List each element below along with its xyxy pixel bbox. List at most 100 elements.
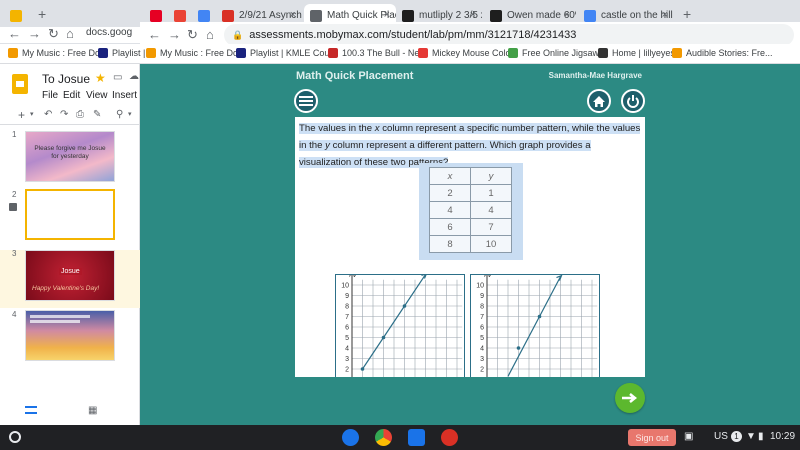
brainly-icon	[402, 9, 414, 22]
next-button[interactable]	[615, 383, 645, 413]
notification-badge[interactable]: 1	[731, 431, 742, 442]
bookmark-item[interactable]: Audible Stories: Fre...	[672, 48, 773, 58]
slide-thumbnail-4[interactable]	[25, 310, 115, 361]
filmstrip-view-icon[interactable]	[25, 406, 37, 414]
redo-icon[interactable]: ↷	[60, 109, 68, 120]
star-icon[interactable]: ★	[95, 71, 106, 85]
launcher-icon[interactable]	[9, 431, 21, 443]
slide-number-2: 2	[12, 190, 17, 199]
power-button[interactable]	[621, 89, 645, 113]
back-button[interactable]: ←	[148, 27, 161, 42]
y-tick-label: 3	[480, 356, 484, 363]
slides-logo-icon[interactable]	[12, 74, 28, 94]
zoom-icon[interactable]: ⚲	[116, 109, 123, 120]
camera-tray-icon[interactable]: ▣	[684, 431, 693, 442]
zoom-dropdown-icon[interactable]: ▾	[128, 110, 132, 118]
slide-3-greeting: Happy Valentine's Day!	[32, 285, 100, 292]
y-tick-label: 10	[341, 283, 349, 290]
slides-toolbar: + ▾ ↶ ↷ ⎙ ✎ ⚲ ▾	[0, 107, 140, 125]
slide-3-name: Josue	[59, 268, 82, 275]
house-icon	[593, 95, 605, 107]
move-folder-icon[interactable]: ▭	[113, 72, 122, 83]
moby-username: Samantha-Mae Hargrave	[548, 71, 642, 80]
paint-format-icon[interactable]: ✎	[93, 109, 101, 120]
sign-out-button[interactable]: Sign out	[628, 429, 676, 446]
data-point	[537, 314, 542, 319]
table-row: 21	[429, 184, 512, 202]
locale-label[interactable]: US	[714, 431, 728, 442]
slide-thumbnail-2[interactable]	[25, 189, 115, 240]
reload-icon[interactable]: ↻	[48, 26, 59, 42]
y-tick-label: 4	[345, 346, 349, 353]
bookmark-item[interactable]: Mickey Mouse Colo...	[418, 48, 518, 58]
comment-icon[interactable]	[9, 203, 17, 211]
menu-view[interactable]: View	[86, 90, 108, 101]
new-slide-icon[interactable]: +	[18, 108, 25, 122]
menu-file[interactable]: File	[42, 90, 58, 101]
cloud-icon[interactable]: ☁	[129, 71, 139, 82]
bookmark-favicon-icon	[146, 48, 156, 58]
left-window-url[interactable]: docs.goog	[86, 27, 132, 38]
clock[interactable]: 10:29	[770, 431, 795, 442]
data-point	[402, 304, 407, 308]
close-tab-icon[interactable]: ×	[290, 9, 296, 21]
document-title[interactable]: To Josue	[42, 72, 90, 86]
bookmark-item[interactable]: Free Online Jigsaw...	[508, 48, 606, 58]
meet-icon[interactable]	[342, 429, 359, 446]
close-tab-icon[interactable]: ×	[564, 9, 570, 21]
grid-view-icon[interactable]: ▦	[88, 405, 97, 416]
close-tab-icon[interactable]: ×	[470, 9, 476, 21]
bookmark-label: Playlist | KMLE Cou...	[250, 48, 337, 58]
slide-number-1: 1	[12, 130, 17, 139]
os-shelf: Sign out ▣ US 1 ▼ ▮ 10:29	[0, 425, 800, 450]
reload-button[interactable]: ↻	[187, 27, 198, 43]
bookmark-item[interactable]: Playlist | KMLE Cou...	[236, 48, 337, 58]
home-button[interactable]: ⌂	[206, 27, 214, 42]
home-icon[interactable]: ⌂	[66, 26, 74, 41]
y-tick-label: 5	[345, 335, 349, 342]
address-bar[interactable]: 🔒 assessments.mobymax.com/student/lab/pm…	[224, 24, 794, 46]
new-tab-icon[interactable]: +	[38, 6, 46, 22]
bookmark-item[interactable]: Playlist |	[98, 48, 145, 58]
data-point	[381, 335, 386, 340]
bookmark-item[interactable]: 100.3 The Bull - Ne...	[328, 48, 427, 58]
slide-thumbnail-1[interactable]: Please forgive me Josue for yesterday	[25, 131, 115, 182]
globe-icon	[310, 9, 322, 22]
data-point	[516, 346, 521, 350]
y-tick-label: 2	[480, 367, 484, 374]
answer-graph-a[interactable]: y 10 9 8 7 6 5 4 3 2	[335, 270, 465, 377]
browser-tab[interactable]	[4, 4, 26, 27]
bookmark-item[interactable]: My Music : Free Do...	[146, 48, 246, 58]
new-tab-icon[interactable]: +	[683, 6, 691, 22]
bookmark-item[interactable]: My Music : Free Do...	[8, 48, 108, 58]
bookmark-favicon-icon	[328, 48, 338, 58]
graph-b-plot: y 10 9 8 7 6 5 4 3 2	[476, 270, 598, 377]
close-tab-icon[interactable]: ×	[384, 9, 390, 21]
bookmark-favicon-icon	[598, 48, 608, 58]
data-line	[507, 276, 562, 377]
menu-insert[interactable]: Insert	[112, 90, 137, 101]
new-slide-dropdown-icon[interactable]: ▾	[30, 110, 34, 118]
forward-icon[interactable]: →	[28, 26, 41, 41]
pinterest-icon	[150, 9, 162, 22]
asynch-icon	[222, 9, 234, 22]
bookmark-item[interactable]: Home | lillyeyes	[598, 48, 675, 58]
gmail-icon	[174, 9, 186, 22]
files-icon[interactable]	[408, 429, 425, 446]
menu-edit[interactable]: Edit	[63, 90, 80, 101]
menu-button[interactable]	[294, 89, 318, 113]
undo-icon[interactable]: ↶	[44, 109, 52, 120]
forward-button[interactable]: →	[168, 27, 181, 42]
print-icon[interactable]: ⎙	[76, 109, 84, 120]
google-slides-icon	[10, 9, 22, 22]
answer-graph-b[interactable]: y 10 9 8 7 6 5 4 3 2	[470, 270, 600, 377]
close-tab-icon[interactable]: ×	[662, 9, 668, 21]
bookmark-label: 100.3 The Bull - Ne...	[342, 48, 427, 58]
bookmark-favicon-icon	[508, 48, 518, 58]
back-icon[interactable]: ←	[8, 26, 21, 41]
home-nav-button[interactable]	[587, 89, 611, 113]
headphones-icon[interactable]	[441, 429, 458, 446]
slide-thumbnail-3[interactable]: Josue Happy Valentine's Day!	[25, 250, 115, 301]
chrome-icon[interactable]	[375, 429, 392, 446]
table-row: 8 10	[429, 235, 512, 253]
